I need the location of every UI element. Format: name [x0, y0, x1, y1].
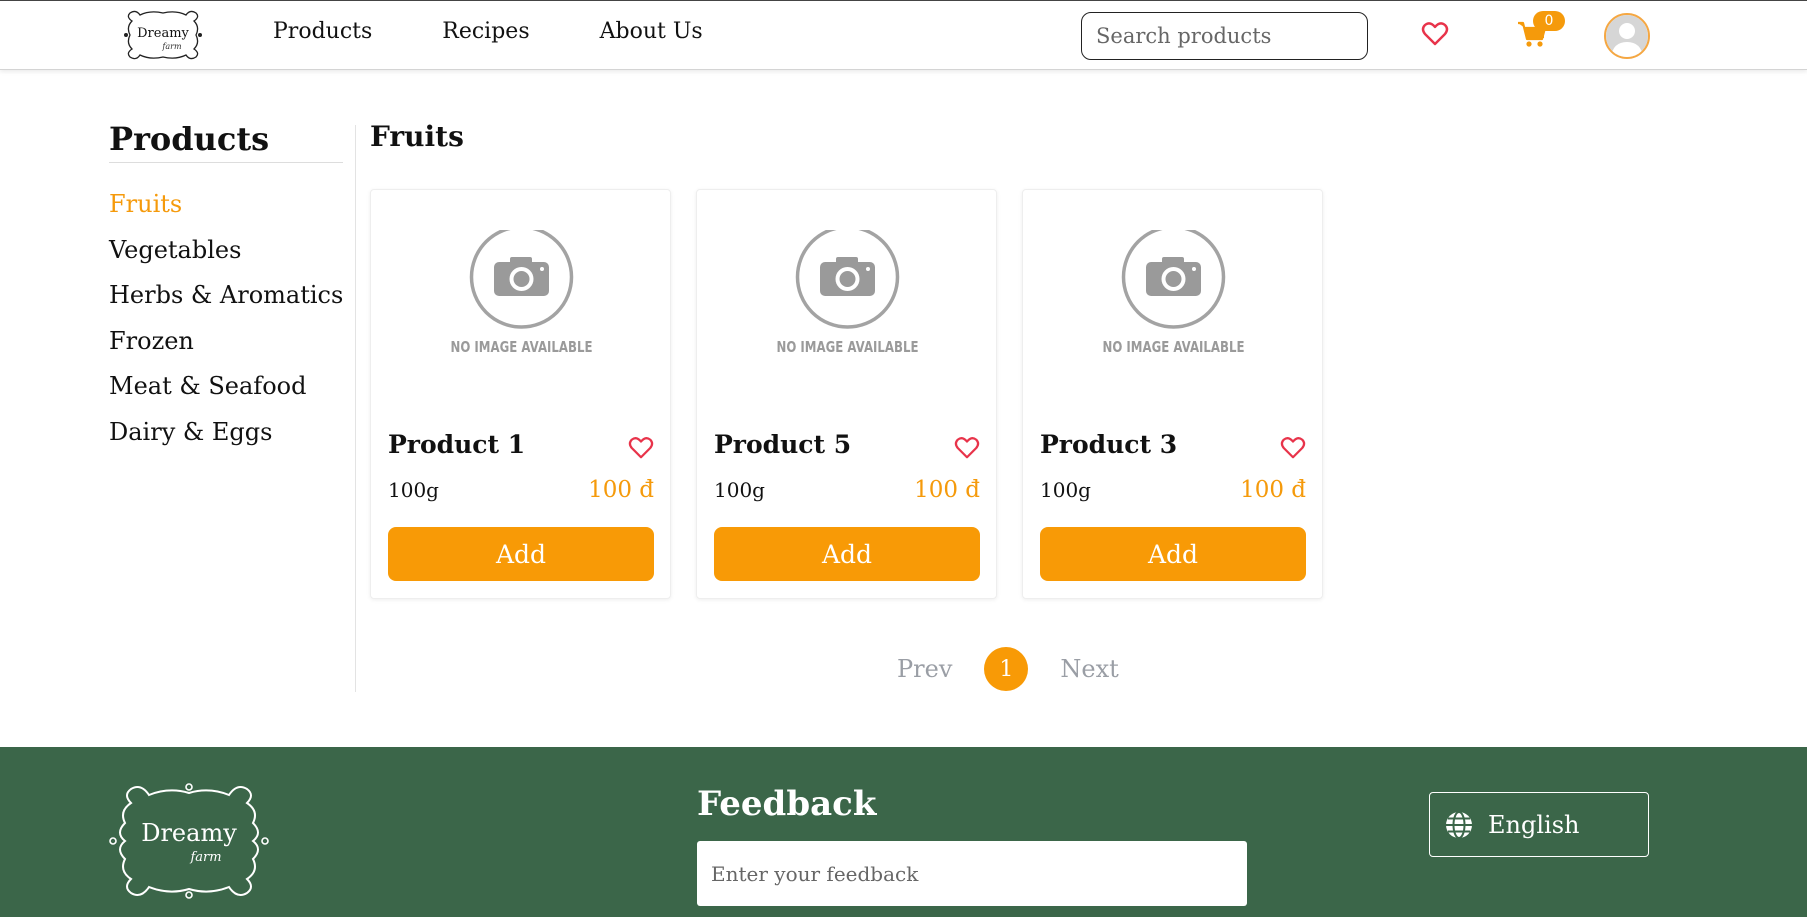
product-name[interactable]: Product 3 — [1040, 430, 1177, 459]
add-to-cart-button[interactable]: Add — [388, 527, 654, 581]
category-title: Fruits — [370, 120, 464, 153]
product-card[interactable]: NO IMAGE AVAILABLE Product 3 100g 100 đ … — [1022, 189, 1323, 599]
avatar[interactable] — [1604, 13, 1650, 59]
nav-products[interactable]: Products — [273, 19, 372, 44]
language-selector[interactable]: English — [1429, 792, 1649, 857]
logo[interactable]: Dreamy farm — [120, 7, 206, 63]
product-weight: 100g — [1040, 478, 1091, 502]
favorites-icon[interactable] — [1421, 21, 1449, 47]
category-fruits[interactable]: Fruits — [109, 190, 343, 236]
site-header: Dreamy farm Products Recipes About Us 0 — [0, 0, 1807, 70]
no-image-placeholder: NO IMAGE AVAILABLE — [777, 230, 919, 356]
footer-logo-subtext: farm — [189, 850, 221, 865]
no-image-text: NO IMAGE AVAILABLE — [777, 338, 919, 356]
nav-about-us[interactable]: About Us — [600, 19, 703, 44]
no-image-placeholder: NO IMAGE AVAILABLE — [451, 230, 593, 356]
footer-logo-text: Dreamy — [141, 819, 237, 847]
prev-page-button[interactable]: Prev — [897, 655, 952, 683]
category-frozen[interactable]: Frozen — [109, 327, 343, 373]
sidebar-title: Products — [109, 120, 343, 163]
pagination: Prev 1 Next — [897, 647, 1119, 691]
category-herbs-aromatics[interactable]: Herbs & Aromatics — [109, 281, 343, 327]
footer-logo[interactable]: Dreamy farm — [103, 781, 275, 901]
search-input[interactable] — [1096, 24, 1365, 48]
no-image-placeholder: NO IMAGE AVAILABLE — [1103, 230, 1245, 356]
language-label: English — [1488, 810, 1580, 839]
product-card[interactable]: NO IMAGE AVAILABLE Product 5 100g 100 đ … — [696, 189, 997, 599]
camera-icon — [1146, 257, 1201, 296]
feedback-input[interactable] — [697, 841, 1247, 906]
nav-recipes[interactable]: Recipes — [442, 19, 529, 44]
product-name[interactable]: Product 5 — [714, 430, 851, 459]
category-vegetables[interactable]: Vegetables — [109, 236, 343, 282]
main-nav: Products Recipes About Us — [273, 19, 703, 44]
cart-count-badge: 0 — [1533, 11, 1565, 31]
product-price: 100 đ — [914, 477, 980, 503]
logo-text: Dreamy — [137, 26, 189, 41]
product-name[interactable]: Product 1 — [388, 430, 525, 459]
category-list: Fruits Vegetables Herbs & Aromatics Froz… — [109, 190, 343, 463]
category-dairy-eggs[interactable]: Dairy & Eggs — [109, 418, 343, 464]
product-weight: 100g — [714, 478, 765, 502]
sidebar-divider — [355, 125, 356, 692]
camera-icon — [494, 257, 549, 296]
add-to-cart-button[interactable]: Add — [714, 527, 980, 581]
category-meat-seafood[interactable]: Meat & Seafood — [109, 372, 343, 418]
product-weight: 100g — [388, 478, 439, 502]
product-price: 100 đ — [1240, 477, 1306, 503]
product-price: 100 đ — [588, 477, 654, 503]
search-box — [1081, 12, 1368, 60]
heart-icon[interactable] — [1280, 436, 1306, 460]
no-image-text: NO IMAGE AVAILABLE — [1103, 338, 1245, 356]
globe-icon — [1446, 810, 1472, 839]
next-page-button[interactable]: Next — [1060, 655, 1118, 683]
feedback-title: Feedback — [697, 784, 877, 824]
current-page-button[interactable]: 1 — [984, 647, 1029, 691]
product-card[interactable]: NO IMAGE AVAILABLE Product 1 100g 100 đ … — [370, 189, 671, 599]
camera-icon — [820, 257, 875, 296]
heart-icon[interactable] — [954, 436, 980, 460]
user-icon — [1606, 15, 1648, 57]
heart-icon[interactable] — [628, 436, 654, 460]
logo-subtext: farm — [161, 42, 182, 51]
add-to-cart-button[interactable]: Add — [1040, 527, 1306, 581]
no-image-text: NO IMAGE AVAILABLE — [451, 338, 593, 356]
